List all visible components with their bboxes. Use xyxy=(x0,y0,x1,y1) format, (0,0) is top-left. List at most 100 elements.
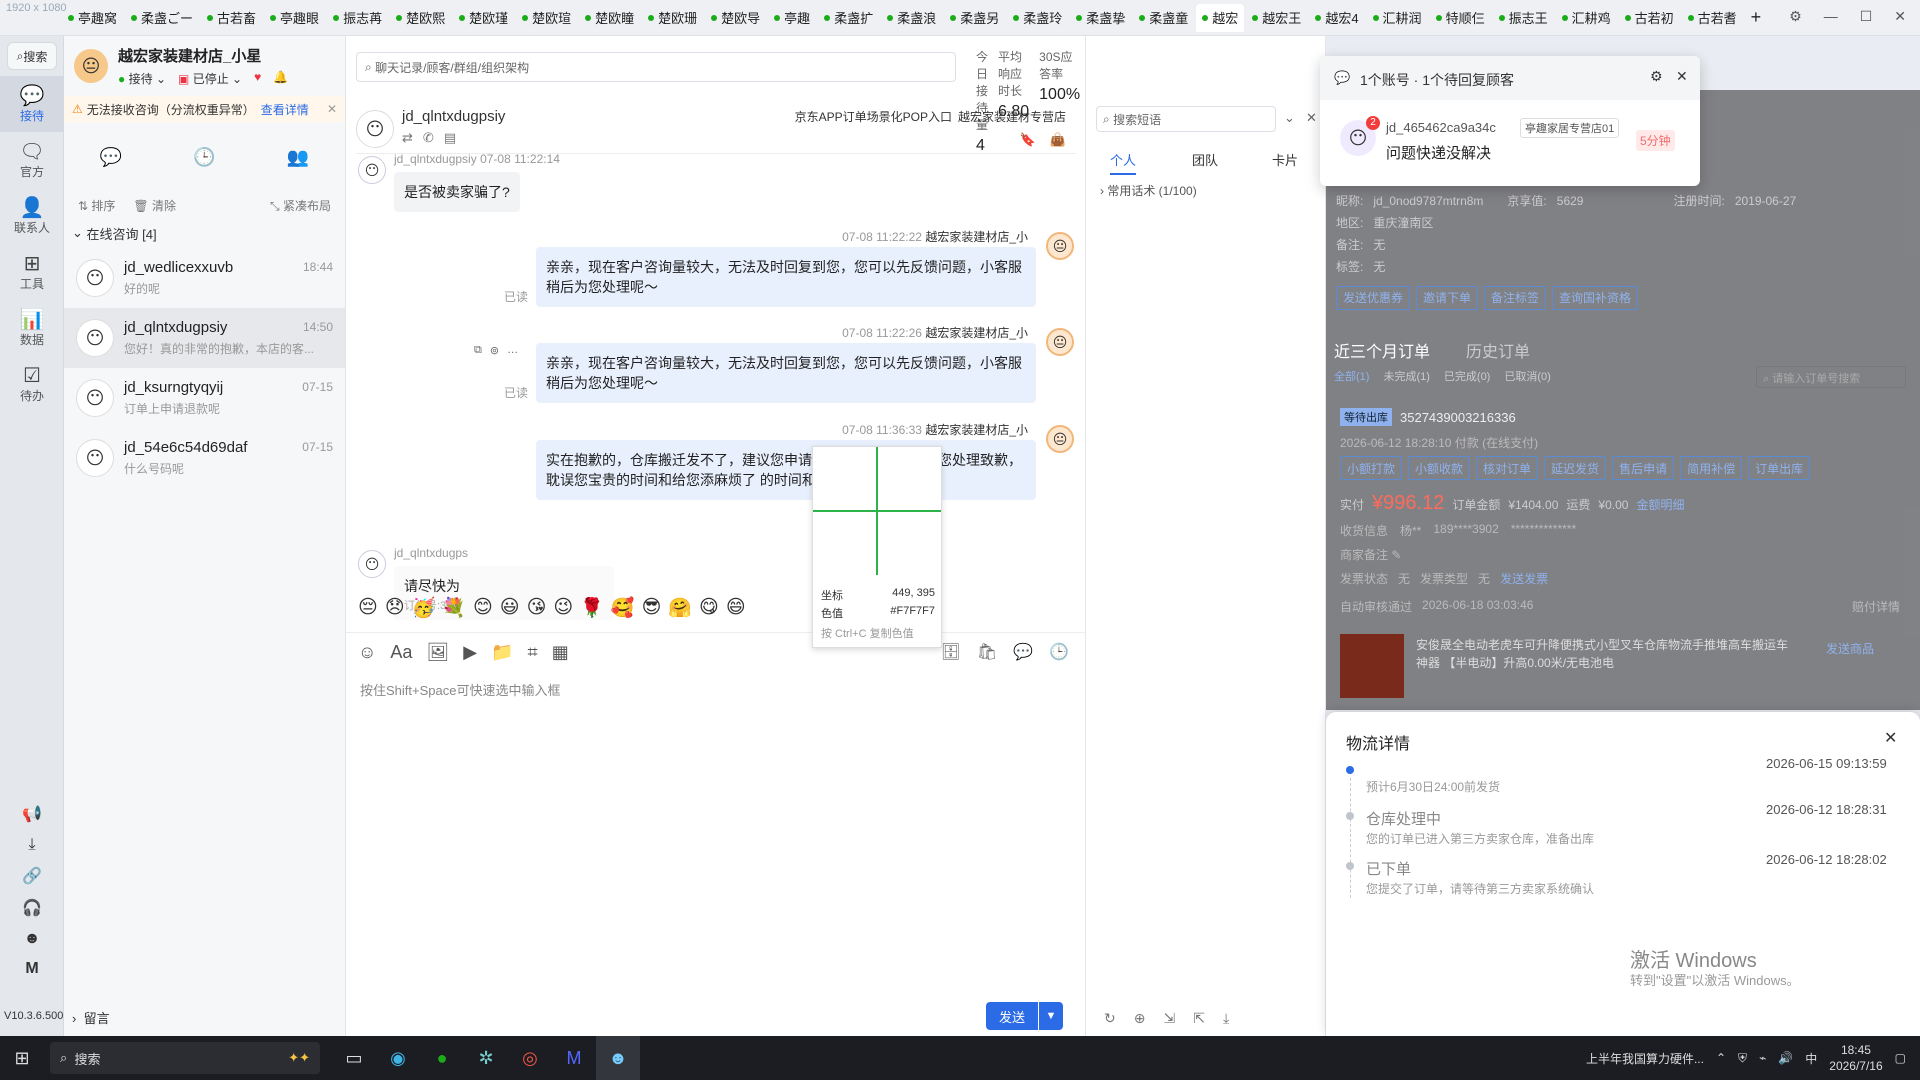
jd-chat-app-icon[interactable]: ☻ xyxy=(596,1036,640,1080)
emoji-item[interactable]: 🤗 xyxy=(668,596,692,620)
stop-status[interactable]: ▣ 已停止 ⌄ xyxy=(178,70,242,87)
tab-personal[interactable]: 个人 xyxy=(1110,150,1137,175)
order-filter[interactable]: 已取消(0) xyxy=(1504,368,1550,384)
product-thumbnail[interactable] xyxy=(1340,634,1404,698)
edit-icon[interactable]: ✎ xyxy=(1391,548,1401,562)
emoji-icon[interactable]: ☺ xyxy=(358,642,376,663)
window-tab[interactable]: 柔盏扩 xyxy=(818,4,879,32)
red-app-icon[interactable]: ◎ xyxy=(508,1036,552,1080)
settings-icon[interactable]: ⚙ xyxy=(1789,8,1802,25)
shield-icon[interactable]: ⛨ xyxy=(1738,1051,1747,1066)
window-tab[interactable]: 柔盏ごー xyxy=(125,4,199,32)
emoji-item[interactable]: 🌹 xyxy=(580,596,604,620)
emoji-item[interactable]: 🥳 xyxy=(412,596,436,620)
order-search-input[interactable]: ⌕ 请输入订单号搜索 xyxy=(1756,366,1906,388)
warning-details-link[interactable]: 查看详情 xyxy=(261,101,309,118)
shop-avatar[interactable]: 😐 xyxy=(74,49,108,83)
send-invoice-link[interactable]: 发送发票 xyxy=(1500,570,1548,587)
window-tab[interactable]: 亭趣 xyxy=(768,4,816,32)
more-icon[interactable]: … xyxy=(507,344,518,357)
emoji-item[interactable]: 😄 xyxy=(726,596,746,620)
window-tab[interactable]: 特顺仨 xyxy=(1430,4,1491,32)
close-icon[interactable]: ✕ xyxy=(1884,728,1897,748)
m-logo-icon[interactable]: M xyxy=(25,960,38,978)
bag-icon[interactable]: 👜 xyxy=(1050,132,1066,148)
font-icon[interactable]: Aa xyxy=(390,642,412,663)
emoji-item[interactable]: 😎 xyxy=(642,596,662,620)
heart-icon[interactable]: ♥ xyxy=(254,70,261,87)
copy-icon[interactable]: ⧉ xyxy=(474,344,482,357)
nav-contacts[interactable]: 👤 联系人 xyxy=(0,188,64,244)
order-action-button[interactable]: 核对订单 xyxy=(1476,456,1539,480)
collapse-icon[interactable]: ⌄ xyxy=(1284,110,1295,126)
conversation-item[interactable]: 😶 jd_qlntxdugpsiy 您好！真的非常的抱歉，本店的客... 14:50 xyxy=(64,308,345,368)
export-icon[interactable]: ⇱ xyxy=(1193,1010,1205,1027)
product-title[interactable]: 安俊晟全电动老虎车可升降便携式小型叉车仓库物流手推堆高车搬运车神器 【半电动】升… xyxy=(1416,636,1796,672)
window-tab[interactable]: 楚欧熙 xyxy=(390,4,451,32)
note-icon[interactable]: ▤ xyxy=(444,130,456,146)
close-icon[interactable]: ✕ xyxy=(1306,110,1317,126)
compensation-link[interactable]: 赔付详情 xyxy=(1852,598,1900,615)
emoji-item[interactable]: 😘 xyxy=(527,596,547,620)
order-action-button[interactable]: 简用补偿 xyxy=(1680,456,1743,480)
emoji-item[interactable]: 😋 xyxy=(699,596,719,620)
tab-card[interactable]: 卡片 xyxy=(1272,150,1298,169)
settings-icon[interactable]: ⚙ xyxy=(1650,68,1663,85)
window-tab[interactable]: 柔盏另 xyxy=(944,4,1005,32)
image-icon[interactable]: 🖼 xyxy=(426,642,449,663)
clock-icon[interactable]: 🕒 xyxy=(1049,642,1069,662)
window-tab[interactable]: 楚欧瞳 xyxy=(579,4,640,32)
emoji-item[interactable]: 😔 xyxy=(358,596,378,620)
quote-icon[interactable]: ⊚ xyxy=(490,344,499,357)
clock[interactable]: 18:45 2026/7/16 xyxy=(1829,1042,1882,1074)
window-tab[interactable]: 古若畜 xyxy=(201,4,262,32)
window-tab[interactable]: 楚欧瑄 xyxy=(516,4,577,32)
window-tab[interactable]: 柔盏挚 xyxy=(1070,4,1131,32)
customer-name[interactable]: jd_qlntxdugpsiy xyxy=(402,108,505,125)
customer-action-button[interactable]: 查询国补资格 xyxy=(1552,286,1639,310)
customer-avatar[interactable]: 😶 xyxy=(356,110,394,148)
global-search-button[interactable]: ⌕ 搜索 xyxy=(7,42,57,70)
customer-action-button[interactable]: 发送优惠券 xyxy=(1336,286,1411,310)
wechat-icon[interactable]: ● xyxy=(420,1036,464,1080)
send-options-dropdown[interactable]: ▼ xyxy=(1039,1002,1063,1030)
archive-icon[interactable]: 🗄 xyxy=(941,642,961,662)
volume-icon[interactable]: 🔊 xyxy=(1778,1051,1793,1065)
order-action-button[interactable]: 延迟发货 xyxy=(1544,456,1607,480)
comment-icon[interactable]: 💬 xyxy=(1013,642,1033,662)
send-product-button[interactable]: 发送商品 xyxy=(1826,640,1874,657)
nav-official[interactable]: 🗨 官方 xyxy=(0,132,64,188)
receive-status[interactable]: ● 接待 ⌄ xyxy=(118,70,166,87)
nav-todo[interactable]: ☑ 待办 xyxy=(0,356,64,412)
megaphone-icon[interactable]: 📢 xyxy=(22,804,42,824)
tab-recent-orders[interactable]: 近三个月订单 xyxy=(1334,338,1430,362)
window-tab[interactable]: 古若耆 xyxy=(1682,4,1743,32)
ime-indicator[interactable]: 中 xyxy=(1805,1050,1817,1067)
emoji-item[interactable]: 💐 xyxy=(442,596,466,620)
add-icon[interactable]: ⊕ xyxy=(1134,1010,1146,1027)
edge-browser-icon[interactable]: ◉ xyxy=(376,1036,420,1080)
order-filter[interactable]: 已完成(0) xyxy=(1444,368,1490,384)
tab-group-icon[interactable]: 👥 xyxy=(287,147,309,168)
emoji-item[interactable]: 😉 xyxy=(553,596,573,620)
conversation-item[interactable]: 😶 jd_wedlicexxuvb 好的呢 18:44 xyxy=(64,248,345,308)
message-board-item[interactable]: › 留言 xyxy=(72,1008,110,1027)
taskbar-search[interactable]: ⌕ 搜索 ✦✦ xyxy=(50,1042,320,1074)
window-tab[interactable]: 亭趣眼 xyxy=(264,4,325,32)
order-number[interactable]: 3527439003216336 xyxy=(1400,410,1516,425)
window-tab[interactable]: 柔盏童 xyxy=(1133,4,1194,32)
amount-detail-link[interactable]: 金额明细 xyxy=(1636,496,1684,513)
customer-action-button[interactable]: 备注标签 xyxy=(1484,286,1547,310)
customer-action-button[interactable]: 邀请下单 xyxy=(1416,286,1479,310)
window-tab[interactable]: 柔盏浪 xyxy=(881,4,942,32)
order-action-button[interactable]: 订单出库 xyxy=(1748,456,1811,480)
import-icon[interactable]: ⇲ xyxy=(1163,1010,1175,1027)
window-tab[interactable]: 古若初 xyxy=(1619,4,1680,32)
window-tab[interactable]: 汇耕鸡 xyxy=(1556,4,1617,32)
tab-history-icon[interactable]: 🕒 xyxy=(193,147,215,168)
download-icon[interactable]: ⤓ xyxy=(1223,1010,1229,1027)
m-app-icon[interactable]: M xyxy=(552,1036,596,1080)
close-icon[interactable]: ✕ xyxy=(1894,8,1906,25)
refresh-icon[interactable]: ↻ xyxy=(1104,1010,1116,1027)
spider-app-icon[interactable]: ✲ xyxy=(464,1036,508,1080)
